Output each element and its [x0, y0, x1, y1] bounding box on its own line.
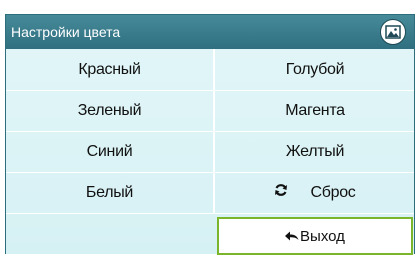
title-bar: Настройки цвета — [6, 15, 414, 49]
yellow-button[interactable]: Желтый — [215, 131, 415, 172]
magenta-button[interactable]: Магента — [215, 90, 415, 131]
magenta-label: Магента — [285, 101, 345, 119]
color-settings-panel: Настройки цвета Красный Голубой Зеленый … — [5, 14, 415, 255]
white-label: Белый — [85, 183, 134, 201]
green-button[interactable]: Зеленый — [6, 90, 213, 131]
reset-icon — [274, 183, 288, 202]
exit-label: Выход — [300, 227, 345, 245]
white-button[interactable]: Белый — [6, 172, 213, 213]
panel-title: Настройки цвета — [11, 24, 121, 40]
red-button[interactable]: Красный — [6, 49, 213, 90]
green-label: Зеленый — [77, 101, 142, 119]
back-arrow-icon — [285, 229, 299, 244]
cyan-label: Голубой — [285, 60, 345, 78]
cyan-button[interactable]: Голубой — [215, 49, 415, 90]
red-label: Красный — [78, 60, 141, 78]
blue-label: Синий — [86, 142, 133, 160]
picture-icon — [380, 19, 406, 45]
reset-button[interactable]: Сброс — [215, 172, 415, 213]
blue-button[interactable]: Синий — [6, 131, 213, 172]
reset-label: Сброс — [310, 183, 356, 201]
exit-button[interactable]: Выход — [217, 217, 413, 255]
row-divider — [6, 213, 414, 214]
yellow-label: Желтый — [285, 142, 345, 160]
color-options-grid: Красный Голубой Зеленый Магента Синий Же… — [6, 49, 414, 255]
